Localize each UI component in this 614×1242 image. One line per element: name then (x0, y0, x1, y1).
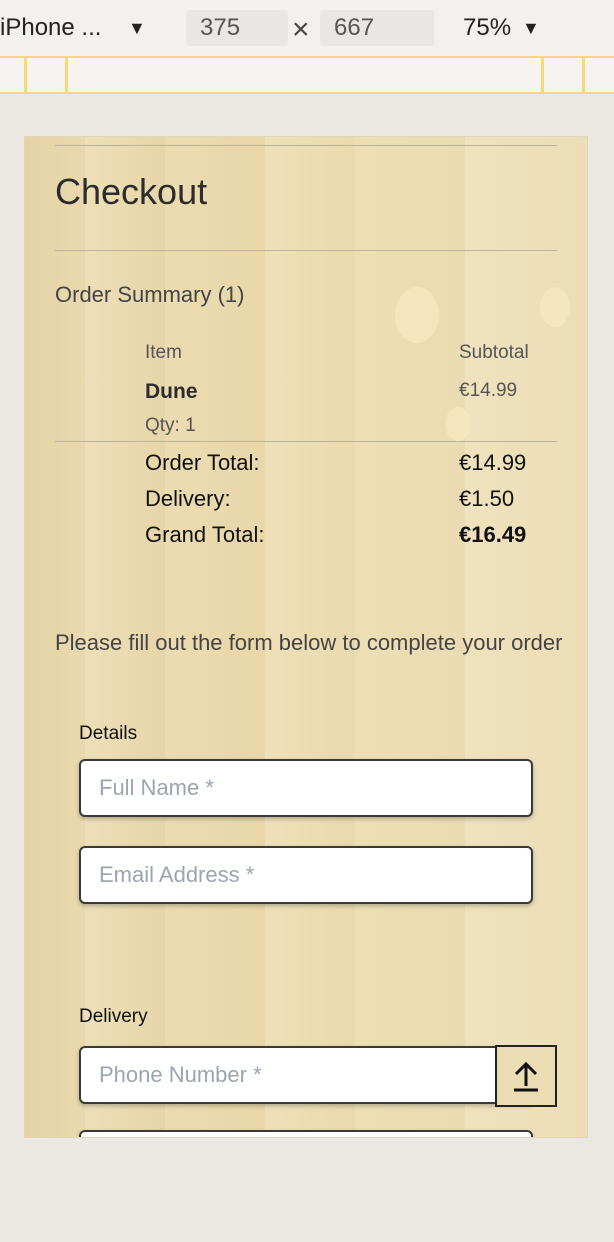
media-query-marker[interactable] (582, 58, 585, 92)
item-quantity: Qty: 1 (145, 415, 196, 436)
page-title: Checkout (55, 171, 208, 212)
height-input[interactable]: 667 (320, 10, 434, 46)
column-header-subtotal: Subtotal (459, 342, 529, 363)
device-dropdown-icon[interactable]: ▼ (128, 0, 146, 56)
zoom-select[interactable]: 75% (463, 0, 511, 56)
media-query-marker[interactable] (65, 58, 68, 92)
order-total-label: Order Total: (145, 450, 260, 475)
divider (55, 145, 557, 146)
dimension-separator: × (292, 13, 310, 46)
grand-total-value: €16.49 (459, 522, 527, 547)
form-instructions: Please fill out the form below to comple… (55, 630, 563, 655)
delivery-fieldset-label: Delivery (79, 1006, 148, 1027)
media-query-marker[interactable] (24, 58, 27, 92)
item-title: Dune (145, 380, 198, 403)
email-input[interactable] (79, 846, 533, 904)
full-name-input[interactable] (79, 759, 533, 817)
column-header-item: Item (145, 342, 182, 363)
devtools-toolbar: iPhone ... ▼ 375 × 667 75% ▼ (0, 0, 614, 57)
delivery-value: €1.50 (459, 486, 515, 511)
scroll-to-top-button[interactable] (495, 1045, 557, 1107)
grand-total-label: Grand Total: (145, 522, 265, 547)
phone-input[interactable] (79, 1046, 533, 1104)
media-query-marker[interactable] (541, 58, 544, 92)
width-input[interactable]: 375 (186, 10, 288, 46)
device-select[interactable]: iPhone ... (0, 0, 101, 56)
next-input[interactable] (79, 1130, 533, 1137)
details-fieldset-label: Details (79, 723, 138, 744)
divider (55, 250, 557, 251)
order-total-value: €14.99 (459, 450, 527, 475)
delivery-label: Delivery: (145, 486, 231, 511)
zoom-dropdown-icon[interactable]: ▼ (522, 0, 540, 56)
divider (55, 441, 557, 442)
media-query-bar[interactable] (0, 56, 614, 94)
item-subtotal: €14.99 (459, 380, 518, 401)
order-summary-heading: Order Summary (1) (55, 282, 245, 307)
device-viewport: Checkout Order Summary (1) Item Subtotal… (24, 136, 588, 1138)
arrow-up-icon (514, 1061, 538, 1092)
